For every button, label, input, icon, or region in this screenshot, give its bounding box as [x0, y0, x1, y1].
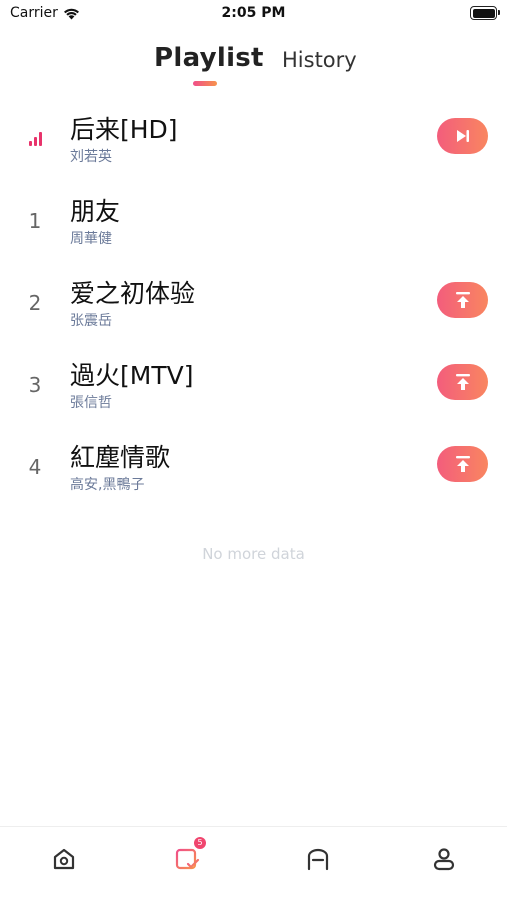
- user-icon: [433, 848, 455, 871]
- tab-bar: Playlist History: [0, 40, 507, 95]
- song-row[interactable]: 后来[HD] 刘若英: [0, 98, 507, 180]
- move-top-icon: [455, 456, 470, 472]
- song-title: 后来[HD]: [70, 115, 178, 144]
- move-top-icon: [455, 374, 470, 390]
- song-artist: 高安,黑鴨子: [70, 477, 145, 493]
- song-artist: 周華健: [70, 231, 112, 247]
- song-index: 4: [28, 455, 42, 479]
- song-index: 3: [28, 373, 42, 397]
- nav-rooms[interactable]: [302, 843, 334, 875]
- arch-door-icon: [307, 848, 329, 871]
- move-top-icon: [455, 292, 470, 308]
- play-next-button[interactable]: [437, 118, 488, 154]
- nav-profile[interactable]: [428, 843, 460, 875]
- tab-playlist[interactable]: Playlist: [154, 43, 264, 73]
- now-playing-indicator: [20, 98, 50, 180]
- battery-icon: [470, 6, 500, 20]
- playlist-count-badge: 5: [194, 837, 206, 849]
- nav-home[interactable]: [48, 843, 80, 875]
- nav-playlist[interactable]: 5: [171, 837, 206, 875]
- song-title: 過火[MTV]: [70, 361, 194, 390]
- playing-bars-icon: [28, 132, 42, 146]
- status-time: 2:05 PM: [221, 5, 286, 21]
- home-icon: [53, 848, 75, 870]
- active-tab-indicator: [193, 81, 217, 86]
- tab-history[interactable]: History: [282, 48, 357, 72]
- app-screen: Carrier 2:05 PM Playlist History 后来[HD] …: [0, 0, 507, 900]
- song-index: 1: [28, 209, 42, 233]
- song-row[interactable]: 4 紅塵情歌 高安,黑鴨子: [0, 426, 507, 508]
- song-index: 2: [28, 291, 42, 315]
- move-to-top-button[interactable]: [437, 364, 488, 400]
- playlist-icon: [175, 848, 200, 870]
- song-artist: 刘若英: [70, 149, 112, 165]
- status-bar: Carrier 2:05 PM: [0, 0, 507, 30]
- song-row[interactable]: 2 爱之初体验 张震岳: [0, 262, 507, 344]
- playlist-list: 后来[HD] 刘若英 1 朋友 周華健 2 爱之初体验 张震岳 3 過火[MTV…: [0, 98, 507, 508]
- play-next-icon: [456, 130, 469, 142]
- song-title: 紅塵情歌: [70, 443, 171, 472]
- move-to-top-button[interactable]: [437, 446, 488, 482]
- song-artist: 张震岳: [70, 313, 112, 329]
- song-title: 朋友: [70, 197, 121, 226]
- song-artist: 張信哲: [70, 395, 112, 411]
- move-to-top-button[interactable]: [437, 282, 488, 318]
- bottom-nav: 5: [0, 826, 507, 900]
- song-row[interactable]: 3 過火[MTV] 張信哲: [0, 344, 507, 426]
- song-row[interactable]: 1 朋友 周華健: [0, 180, 507, 262]
- no-more-data-label: No more data: [202, 545, 305, 563]
- song-title: 爱之初体验: [70, 279, 196, 308]
